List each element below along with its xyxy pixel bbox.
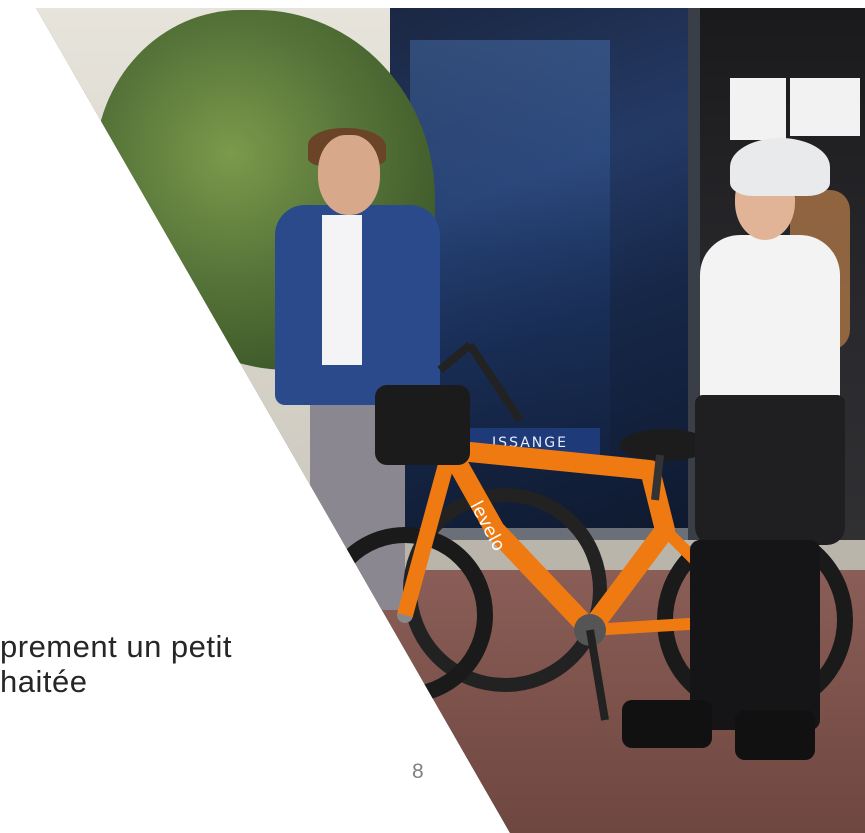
door-poster <box>730 78 786 140</box>
front-basket <box>375 385 470 465</box>
right-boot <box>735 710 815 760</box>
door-notice <box>790 78 860 136</box>
man-head <box>318 135 380 215</box>
caption-line-2: haitée <box>0 664 88 699</box>
seat-post <box>651 454 664 501</box>
woman-skirt <box>695 395 845 545</box>
left-boot <box>622 700 712 748</box>
woman-blouse <box>700 235 840 405</box>
caption-line-1: prement un petit <box>0 629 233 664</box>
street-photo: ISSANGE levelo <box>36 8 865 833</box>
page-number: 8 <box>412 760 424 783</box>
bike-helmet <box>730 138 830 196</box>
back-bike-wheel <box>403 488 607 692</box>
slide: ISSANGE levelo prement un petit haitée 8 <box>0 0 865 833</box>
woman-legs <box>690 540 820 730</box>
slide-caption: prement un petit haitée <box>0 629 232 699</box>
